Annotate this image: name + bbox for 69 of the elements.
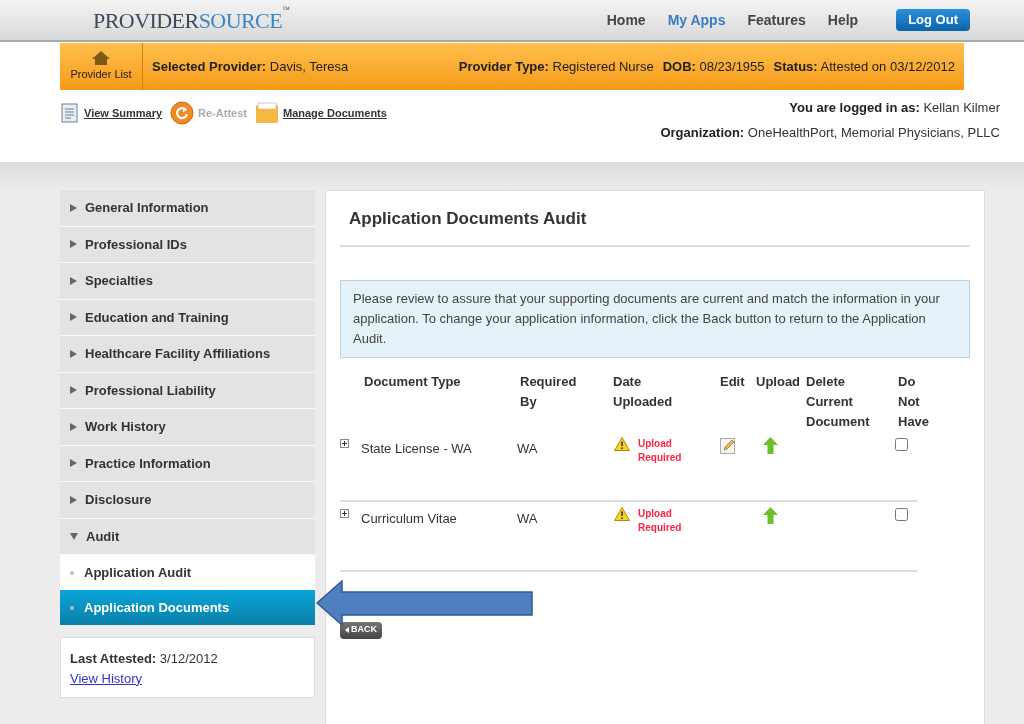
edit-icon[interactable] [720, 436, 736, 454]
sidebar-section[interactable]: Work History [60, 409, 315, 446]
expand-icon[interactable] [340, 508, 349, 518]
sidebar-section[interactable]: General Information [60, 190, 315, 227]
caret-down-icon [70, 532, 78, 540]
nav-link[interactable]: Home [606, 9, 646, 31]
upload-required-status: Upload Required [638, 436, 683, 465]
column-header: Upload [756, 372, 802, 391]
logo[interactable]: PROVIDERSOURCE™ [93, 3, 290, 37]
warning-icon [614, 436, 630, 451]
caret-right-icon [70, 313, 77, 322]
sidebar-section[interactable]: Audit [60, 518, 315, 555]
expand-icon[interactable] [340, 438, 349, 448]
caret-right-icon [70, 203, 77, 212]
caret-right-icon [70, 495, 77, 504]
provider-field: DOB: 08/23/1955 [662, 56, 765, 77]
sidebar-item[interactable]: Application Audit [60, 555, 315, 590]
nav-link[interactable]: Features [747, 9, 806, 31]
bullet-icon [70, 570, 74, 575]
column-header: Required By [520, 372, 578, 411]
table-cell-text: WA [517, 439, 539, 458]
sidebar-section[interactable]: Professional Liability [60, 372, 315, 409]
folder-icon [254, 102, 279, 124]
sidebar-section[interactable]: Education and Training [60, 299, 315, 336]
page-title: Application Documents Audit [340, 191, 970, 247]
login-info: You are logged in as: Kellan Kilmer [789, 99, 1000, 117]
table-cell-text: State License - WA [361, 439, 473, 458]
view-history-link[interactable]: View History [70, 668, 142, 688]
back-button[interactable]: BACK [340, 621, 382, 639]
upload-arrow-icon[interactable] [763, 506, 778, 524]
home-icon [91, 50, 111, 67]
column-header: Document Type [364, 372, 462, 391]
table-cell-text: Curriculum Vitae [361, 509, 458, 528]
upload-required-status: Upload Required [638, 506, 683, 535]
toolbar-link[interactable]: View Summary [60, 102, 163, 124]
upload-arrow-icon[interactable] [763, 436, 778, 454]
log-out-button[interactable]: Log Out [896, 9, 970, 31]
caret-right-icon [70, 422, 77, 431]
sidebar-section[interactable]: Professional IDs [60, 226, 315, 263]
do-not-have-checkbox[interactable] [895, 507, 908, 521]
table-cell-text: WA [517, 509, 539, 528]
column-header: Do Not Have [898, 372, 931, 431]
caret-right-icon [70, 349, 77, 358]
bullet-icon [70, 605, 74, 610]
login-info: Organization: OneHealthPort, Memorial Physicians, PLLC [660, 123, 1000, 142]
provider-field: Provider Type: Registered Nurse [458, 56, 654, 77]
sidebar-section[interactable]: Practice Information [60, 445, 315, 482]
column-header: Edit [720, 372, 746, 391]
caret-right-icon [70, 459, 77, 468]
toolbar-link[interactable]: Manage Documents [254, 102, 387, 124]
caret-left-icon [345, 627, 349, 633]
provider-field: Status: Attested on 03/12/2012 [773, 56, 955, 77]
caret-right-icon [70, 276, 77, 285]
column-header: Delete Current Document [806, 372, 871, 431]
last-attested-text: Last Attested: 3/12/2012 [70, 650, 218, 668]
document-icon [60, 102, 80, 124]
warning-icon [614, 506, 630, 521]
caret-right-icon [70, 240, 77, 249]
nav-link[interactable]: Help [827, 9, 859, 31]
column-header: Date Uploaded [613, 372, 674, 411]
sidebar-section[interactable]: Disclosure [60, 482, 315, 519]
provider-field: Selected Provider: Davis, Teresa [152, 56, 349, 77]
refresh-icon [170, 101, 195, 125]
sidebar-section[interactable]: Healthcare Facility Affiliations [60, 336, 315, 373]
do-not-have-checkbox[interactable] [895, 437, 908, 451]
sidebar-item[interactable]: Application Documents [60, 590, 315, 625]
caret-right-icon [70, 386, 77, 395]
notice-message: Please review to assure that your supporting documents are current and match the information in your application. To change your application information, click the Back button to return to the Application Audit. [340, 279, 970, 358]
sidebar-section[interactable]: Specialties [60, 263, 315, 300]
